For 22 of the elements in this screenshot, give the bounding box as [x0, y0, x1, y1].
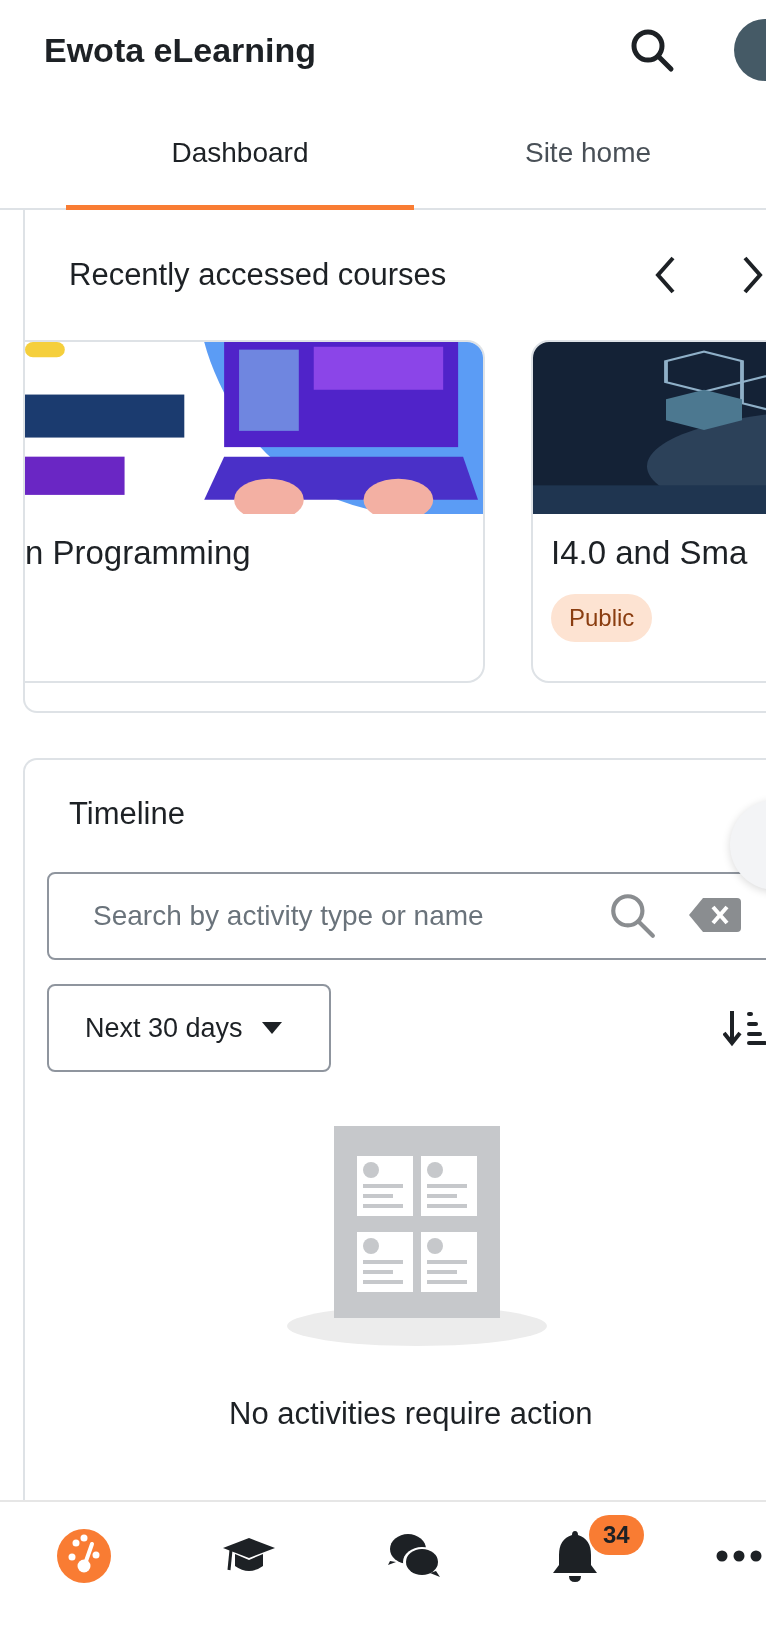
dashboard-icon[interactable]	[56, 1528, 112, 1584]
empty-message: No activities require action	[229, 1396, 593, 1432]
previous-icon[interactable]	[653, 255, 677, 295]
next-icon[interactable]	[741, 255, 765, 295]
clear-icon[interactable]	[689, 898, 741, 932]
course-title[interactable]: I4.0 and Sma	[551, 534, 748, 572]
course-title[interactable]: n Programming	[25, 534, 251, 572]
site-title: Ewota eLearning	[44, 30, 318, 70]
course-card[interactable]: I4.0 and Sma Public	[531, 340, 766, 683]
course-card[interactable]: n Programming	[25, 340, 485, 683]
section-title: Timeline	[69, 796, 185, 832]
date-filter-dropdown[interactable]: Next 30 days	[47, 984, 331, 1072]
bell-icon[interactable]	[551, 1529, 599, 1583]
chat-bubbles-icon[interactable]	[386, 1533, 442, 1579]
tab[interactable]: Site home	[414, 100, 762, 210]
caret-icon	[260, 1022, 283, 1034]
visibility-badge: Public	[551, 594, 653, 642]
notification-count-badge: 34	[589, 1515, 644, 1555]
section-title: Recently accessed courses	[69, 257, 448, 293]
tab[interactable]: Dashboard	[66, 100, 414, 210]
sort-icon[interactable]	[723, 1009, 766, 1047]
more-icon[interactable]	[716, 1550, 762, 1562]
